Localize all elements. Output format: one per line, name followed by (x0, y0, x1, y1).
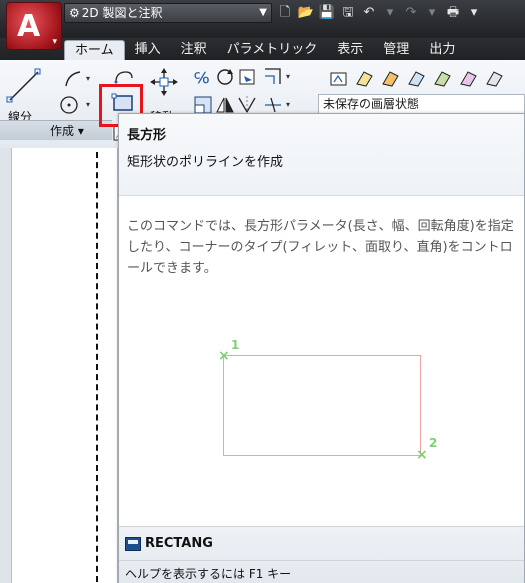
chevron-down-icon: ▼ (259, 7, 267, 18)
undo-icon[interactable]: ↶ (360, 4, 378, 22)
point-2-label: 2 (429, 436, 438, 450)
chevron-down-icon[interactable]: ▾ (86, 74, 90, 83)
move-icon[interactable] (150, 68, 178, 96)
tooltip-footer: RECTANG ヘルプを表示するには F1 キー (119, 526, 524, 583)
layer-state-icon[interactable] (354, 68, 376, 90)
tooltip-help-hint: ヘルプを表示するには F1 キー (125, 567, 292, 581)
trim-icon[interactable] (236, 66, 258, 88)
point-2-marker: × (416, 447, 428, 463)
tab-output[interactable]: 出力 (419, 40, 465, 60)
chevron-down-icon[interactable]: ▾ (286, 100, 290, 109)
polyline-icon[interactable] (62, 68, 84, 90)
layer-match-icon[interactable] (484, 68, 506, 90)
point-1-label: 1 (231, 338, 240, 352)
quick-access-toolbar: 🗋 📂 💾 🖫 ↶ ▾ ↷ ▾ 🖶 ▾ (276, 4, 483, 22)
tab-insert[interactable]: 挿入 (125, 40, 171, 60)
open-icon[interactable]: 📂 (297, 4, 315, 22)
autocad-logo: A (17, 9, 41, 44)
tab-view[interactable]: 表示 (327, 40, 373, 60)
rotate-icon[interactable] (214, 66, 236, 88)
layer-state-dropdown[interactable]: 未保存の画層状態 (318, 94, 525, 114)
chevron-down-icon[interactable]: ▾ (86, 100, 90, 109)
tooltip-subtitle: 矩形状のポリラインを作成 (127, 155, 284, 170)
point-1-marker: × (218, 348, 230, 364)
chevron-down-icon: ▾ (52, 37, 57, 47)
layer-state-value: 未保存の画層状態 (323, 97, 420, 111)
tab-home[interactable]: ホーム (64, 40, 125, 60)
tooltip-command-name: RECTANG (145, 536, 213, 551)
footer-divider (119, 560, 524, 561)
line-icon[interactable] (4, 68, 46, 104)
circle-icon[interactable] (58, 94, 80, 116)
svg-text:℅: ℅ (194, 69, 209, 87)
chevron-down-icon[interactable]: ▾ (286, 72, 290, 81)
tooltip-title: 長方形 (127, 128, 167, 143)
copy-icon[interactable]: ℅ (192, 66, 214, 88)
chevron-down-icon[interactable]: ▾ (465, 4, 483, 22)
save-as-icon[interactable]: 🖫 (339, 4, 357, 22)
rectangle-illustration (223, 355, 421, 456)
workspace-name: 2D 製図と注釈 (81, 6, 163, 20)
redo-icon[interactable]: ↷ (402, 4, 420, 22)
gear-icon: ⚙ (69, 6, 80, 20)
print-icon[interactable]: 🖶 (444, 4, 462, 22)
file-tab-strip (0, 148, 12, 583)
layer-freeze-icon[interactable] (458, 68, 480, 90)
tab-annotate[interactable]: 注釈 (171, 40, 217, 60)
tooltip-header: 長方形 矩形状のポリラインを作成 (119, 114, 524, 196)
layer-properties-icon[interactable] (328, 68, 350, 90)
command-icon (125, 537, 141, 551)
layer-off-icon[interactable] (432, 68, 454, 90)
workspace-switcher[interactable]: ⚙ 2D 製図と注釈 ▼ (64, 3, 272, 23)
redo-dropdown-icon[interactable]: ▾ (423, 4, 441, 22)
tooltip-description: このコマンドでは、長方形パラメータ(長さ、幅、回転角度)を指定したり、コーナーの… (127, 219, 514, 276)
save-icon[interactable]: 💾 (318, 4, 336, 22)
dashed-boundary-line (96, 152, 98, 582)
layer-unisolate-icon[interactable] (406, 68, 428, 90)
new-icon[interactable]: 🗋 (276, 4, 294, 22)
tab-parametric[interactable]: パラメトリック (217, 40, 328, 60)
application-menu-button[interactable]: A ▾ (6, 2, 62, 50)
rectangle-tooltip: 長方形 矩形状のポリラインを作成 このコマンドでは、長方形パラメータ(長さ、幅、… (118, 113, 525, 583)
drawing-canvas[interactable] (0, 148, 118, 583)
tab-manage[interactable]: 管理 (373, 40, 419, 60)
undo-dropdown-icon[interactable]: ▾ (381, 4, 399, 22)
ribbon-tabs: ホーム 挿入 注釈 パラメトリック 表示 管理 出力 (64, 38, 465, 60)
panel-create-label[interactable]: 作成 ▾ (0, 120, 112, 140)
layer-isolate-icon[interactable] (380, 68, 402, 90)
chamfer-icon[interactable] (262, 66, 284, 88)
